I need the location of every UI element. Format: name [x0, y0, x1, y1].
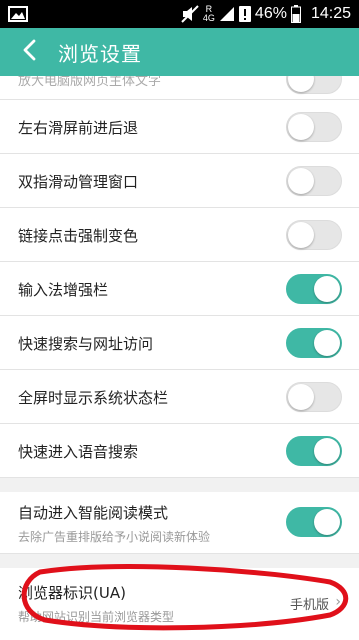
toggle-knob [314, 276, 340, 302]
title-bar: 浏览设置 [0, 28, 359, 76]
network-type-icon: R 4G [202, 4, 215, 23]
toggle-knob [288, 384, 314, 410]
setting-label: 输入法增强栏 [18, 281, 109, 299]
setting-row-user-agent[interactable]: 浏览器标识(UA) 帮助网站识别当前浏览器类型 手机版 › [0, 568, 359, 640]
setting-row-swipe-navigation[interactable]: 左右滑屏前进后退 [0, 100, 359, 154]
setting-label: 快速搜索与网址访问 [18, 335, 154, 353]
setting-toggle-input-bar[interactable] [286, 274, 342, 304]
setting-label: 双指滑动管理窗口 [18, 173, 139, 191]
ua-value: 手机版 [289, 598, 329, 613]
setting-label: 链接点击强制变色 [18, 227, 139, 245]
setting-toggle-two-finger-windows[interactable] [286, 166, 342, 196]
setting-label: 左右滑屏前进后退 [18, 119, 139, 137]
settings-list[interactable]: 放大电脑版网页主体文字 左右滑屏前进后退 双指滑动管理窗口 链接点击强制变色 输… [0, 76, 359, 640]
setting-row-quick-search[interactable]: 快速搜索与网址访问 [0, 316, 359, 370]
group-divider [0, 554, 359, 568]
page-title: 浏览设置 [58, 41, 142, 66]
clock: 14:25 [310, 5, 351, 22]
setting-description: 去除广告重排版给予小说阅读新体验 [18, 530, 211, 544]
setting-row-voice-search[interactable]: 快速进入语音搜索 [0, 424, 359, 478]
setting-label: 浏览器标识(UA) [18, 584, 126, 602]
battery-percent: 46% [254, 5, 287, 22]
group-divider [0, 478, 359, 492]
setting-toggle-swipe-navigation[interactable] [286, 112, 342, 142]
setting-row-enlarge-text[interactable]: 放大电脑版网页主体文字 [0, 76, 359, 100]
back-button[interactable] [0, 28, 58, 76]
image-notification-icon [8, 6, 28, 22]
mute-icon [181, 5, 199, 23]
toggle-knob [288, 114, 314, 140]
setting-row-smart-reading[interactable]: 自动进入智能阅读模式 去除广告重排版给予小说阅读新体验 [0, 492, 359, 554]
toggle-knob [314, 509, 340, 535]
setting-row-two-finger-windows[interactable]: 双指滑动管理窗口 [0, 154, 359, 208]
toggle-knob [288, 222, 314, 248]
setting-row-input-bar[interactable]: 输入法增强栏 [0, 262, 359, 316]
setting-toggle-voice-search[interactable] [286, 436, 342, 466]
toggle-knob [288, 168, 314, 194]
signal-icon [219, 6, 235, 22]
toggle-knob [314, 438, 340, 464]
setting-label: 快速进入语音搜索 [18, 443, 139, 461]
chevron-left-icon [22, 39, 36, 65]
chevron-right-icon: › [335, 594, 341, 610]
setting-label: 放大电脑版网页主体文字 [18, 76, 162, 89]
setting-toggle-fullscreen-statusbar[interactable] [286, 382, 342, 412]
setting-row-link-color[interactable]: 链接点击强制变色 [0, 208, 359, 262]
setting-row-fullscreen-statusbar[interactable]: 全屏时显示系统状态栏 [0, 370, 359, 424]
alert-icon [238, 6, 251, 22]
setting-toggle-smart-reading[interactable] [286, 507, 342, 537]
battery-icon [290, 5, 301, 23]
setting-toggle-quick-search[interactable] [286, 328, 342, 358]
status-bar: R 4G 46% 14:25 [0, 0, 359, 28]
toggle-knob [288, 76, 314, 92]
setting-toggle-enlarge-text[interactable] [286, 76, 342, 94]
setting-label: 自动进入智能阅读模式 [18, 504, 169, 522]
setting-label: 全屏时显示系统状态栏 [18, 389, 169, 407]
setting-toggle-link-color[interactable] [286, 220, 342, 250]
toggle-knob [314, 330, 340, 356]
setting-description: 帮助网站识别当前浏览器类型 [18, 610, 175, 624]
